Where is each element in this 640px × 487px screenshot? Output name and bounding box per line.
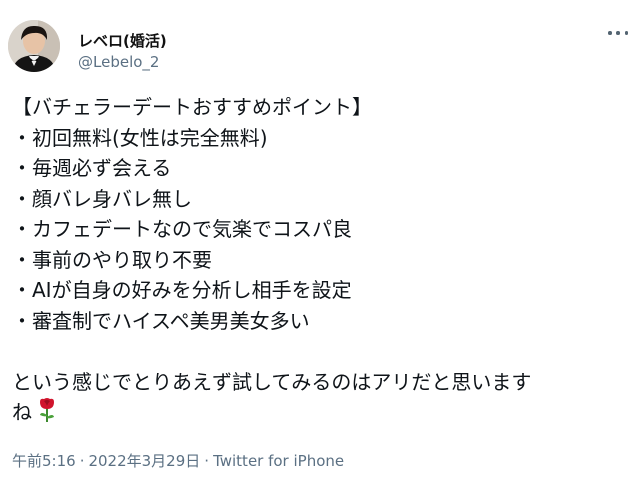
tweet-line: ・AIが自身の好みを分析し相手を設定 [12,278,352,302]
tweet-line: 【バチェラーデートおすすめポイント】 [12,95,372,119]
tweet-header: レベロ(婚活) @Lebelo_2 [8,20,632,80]
tweet-line: ・事前のやり取り不要 [12,247,212,272]
tweet-date[interactable]: 2022年3月29日 [88,452,200,470]
tweet-closing-line: という感じでとりあえず試してみるのはアリだと思います [12,369,532,394]
avatar[interactable] [8,20,60,72]
tweet-line: ・初回無料(女性は完全無料) [12,125,268,150]
tweet-line: ・カフェデートなので気楽でコスパ良 [12,217,352,241]
meta-separator: · [79,452,85,470]
tweet-closing-tail: ね [12,400,32,424]
user-handle[interactable]: @Lebelo_2 [78,53,159,71]
display-name[interactable]: レベロ(婚活) [78,30,167,51]
avatar-image [8,20,60,72]
tweet-line: ・審査制でハイスペ美男美女多い [12,308,310,333]
tweet-text: 【バチェラーデートおすすめポイント】 ・初回無料(女性は完全無料) ・毎週必ず会… [12,92,628,428]
meta-separator: · [204,452,210,470]
tweet-line: ・顔バレ身バレ無し [12,186,192,211]
tweet-source[interactable]: Twitter for iPhone [213,452,344,470]
tweet-line: ・毎週必ず会える [12,156,172,180]
tweet-meta: 午前5:16 · 2022年3月29日 · Twitter for iPhone [12,450,344,471]
rose-icon [38,397,56,432]
tweet-closing-line-end: ね [12,397,628,428]
tweet-time[interactable]: 午前5:16 [12,452,76,470]
more-options-icon[interactable] [608,26,628,40]
